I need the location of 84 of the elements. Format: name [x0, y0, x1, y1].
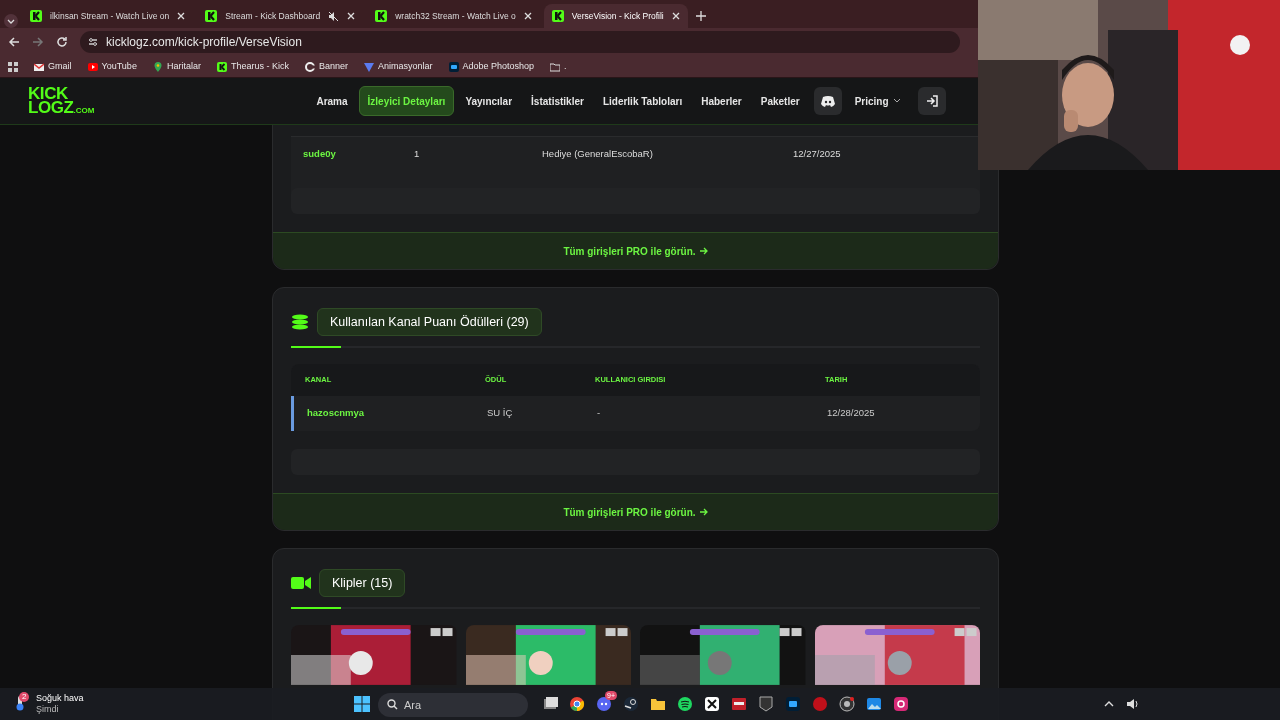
sign-in-icon [925, 95, 938, 107]
nav-link[interactable]: Yayıncılar [457, 86, 521, 116]
coins-icon [291, 314, 309, 330]
kick-icon [205, 10, 218, 22]
shield-icon[interactable] [758, 696, 774, 712]
bookmark[interactable]: Gmail [34, 59, 72, 74]
table-cell-text: Hediye (GeneralEscobaR) [542, 147, 654, 162]
bookmark[interactable]: Thearus - Kick [216, 59, 289, 74]
table-cell-text: 12/27/2025 [793, 147, 842, 162]
bookmark[interactable]: YouTube [87, 59, 137, 74]
ring-icon [304, 61, 315, 72]
folder-icon [550, 61, 561, 72]
kick-icon [551, 10, 564, 22]
table-cell[interactable]: hazoscnmya [307, 406, 487, 421]
nav-link[interactable]: İstatistikler [523, 86, 592, 116]
tab-list-icon[interactable] [4, 14, 18, 28]
taskbar-search-field[interactable]: Ara [378, 693, 528, 717]
reload-icon[interactable] [56, 36, 68, 48]
apps-grid-icon[interactable] [8, 61, 18, 72]
url-text: kicklogz.com/kick-profile/VerseVision [106, 34, 302, 51]
camera-icon[interactable] [839, 696, 855, 712]
discord-icon [820, 95, 835, 107]
address-bar[interactable]: kicklogz.com/kick-profile/VerseVision [80, 31, 960, 53]
login-button[interactable] [917, 87, 946, 115]
nav-link[interactable]: Liderlik Tabloları [594, 86, 691, 116]
table-cell[interactable]: sude0y [303, 147, 414, 162]
discord-icon[interactable] [596, 696, 612, 712]
pricing-menu[interactable]: Pricing [844, 93, 911, 109]
forward-icon[interactable] [32, 36, 44, 48]
site-settings-icon[interactable] [88, 37, 98, 47]
back-icon[interactable] [8, 36, 20, 48]
table-cell-text: SU İÇ [487, 406, 514, 421]
image-icon[interactable] [866, 696, 882, 712]
bookmark[interactable]: Banner [304, 59, 348, 74]
instagram-icon[interactable] [893, 696, 909, 712]
section-title: Kullanılan Kanal Puanı Ödülleri (29) [317, 308, 542, 336]
folder-icon[interactable] [650, 696, 666, 712]
windows-icon[interactable] [354, 696, 370, 712]
bookmark[interactable]: . [550, 59, 567, 74]
bookmark[interactable]: Animasyonlar [363, 59, 433, 74]
nav-link[interactable]: Arama [308, 86, 356, 116]
pro-link[interactable]: Tüm girişleri PRO ile görün. [273, 232, 998, 269]
pro-link[interactable]: Tüm girişleri PRO ile görün. [273, 493, 998, 530]
record-icon[interactable] [812, 696, 828, 712]
chrome-icon[interactable] [569, 696, 585, 712]
notification-badge: 2 [19, 692, 30, 702]
section-title: Klipler (15) [319, 569, 406, 597]
muted-speaker-icon[interactable] [328, 10, 340, 22]
bookmark[interactable]: Adobe Photoshop [448, 59, 535, 74]
table-cell-text: - [597, 406, 602, 421]
site-logo[interactable]: KICK LOGZ.COM [28, 87, 95, 115]
arrow-right-icon [699, 508, 708, 516]
table-cell-text: 12/28/2025 [827, 406, 876, 421]
close-icon[interactable] [347, 12, 356, 20]
browser-tab[interactable]: ilkinsan Stream - Watch Live on [22, 4, 194, 28]
spotify-icon[interactable] [677, 696, 693, 712]
weather-widget[interactable]: Soğuk hava Şimdi [36, 693, 84, 715]
nav-link[interactable]: Haberler [693, 86, 750, 116]
nav-link[interactable]: İzleyici Detayları [358, 86, 455, 116]
browser-tab[interactable]: VerseVision - Kick Profili [543, 4, 688, 28]
map-pin-icon [152, 61, 163, 72]
nav-link[interactable]: Paketler [752, 86, 808, 116]
kick-icon [216, 61, 227, 72]
triangle-icon [363, 61, 374, 72]
browser-tab[interactable]: Stream - Kick Dashboard [197, 4, 364, 28]
speaker-icon[interactable] [1126, 698, 1140, 710]
video-camera-icon [291, 576, 311, 590]
kick-icon [375, 10, 388, 22]
mail-icon [34, 61, 44, 72]
table-cell-text: 1 [414, 147, 421, 162]
chevron-up-icon[interactable] [1104, 699, 1114, 709]
window-icon[interactable] [542, 696, 558, 712]
chevron-down-icon [892, 98, 901, 104]
kick-icon [30, 10, 42, 22]
discord-button[interactable] [813, 87, 842, 115]
play-icon [87, 61, 98, 72]
browser-tab[interactable]: wratch32 Stream - Watch Live o [367, 4, 540, 28]
close-icon[interactable] [177, 12, 186, 20]
arrow-right-icon [699, 247, 708, 255]
new-tab-icon[interactable] [695, 11, 706, 21]
close-icon[interactable] [671, 12, 680, 20]
close-icon[interactable] [523, 12, 532, 20]
search-icon [387, 699, 398, 710]
bookmark[interactable]: Haritalar [152, 59, 201, 74]
